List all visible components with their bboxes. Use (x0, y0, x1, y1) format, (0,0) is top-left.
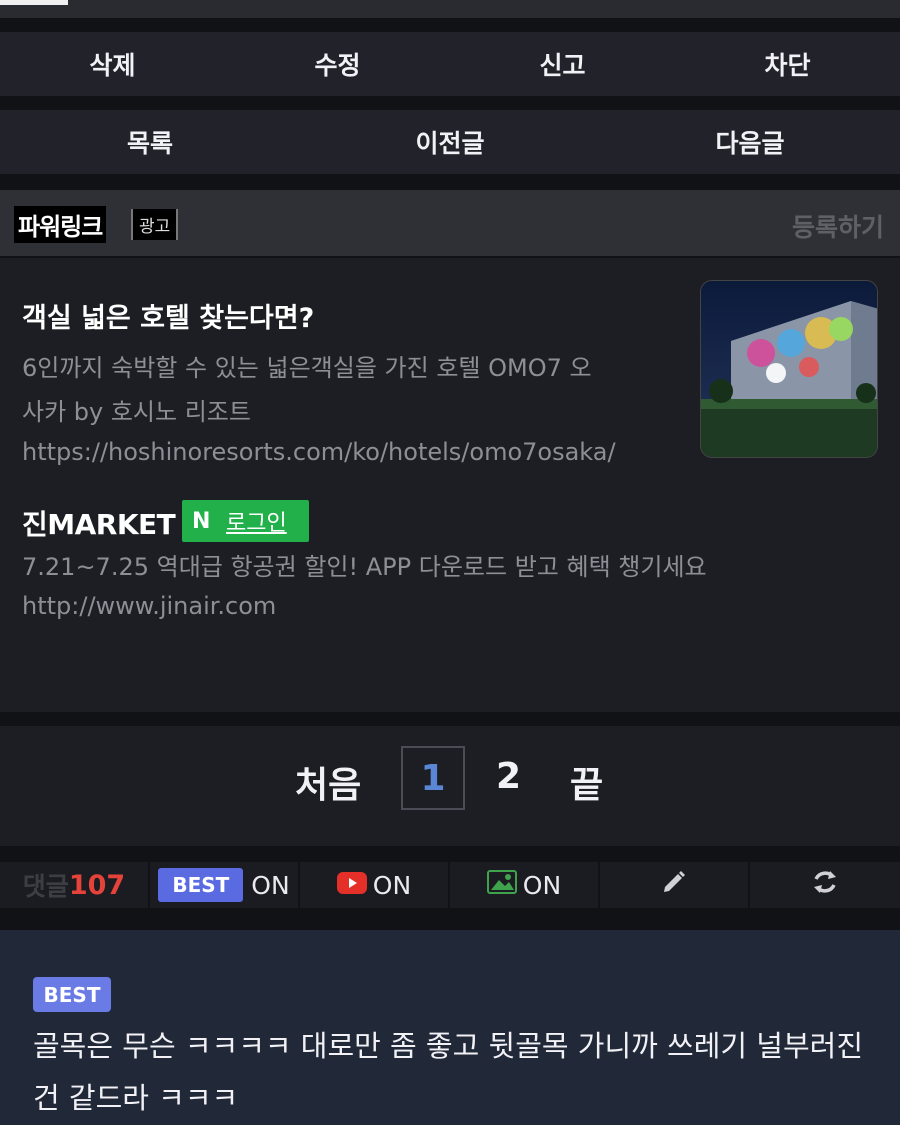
refresh-button[interactable] (750, 862, 900, 908)
naver-icon: N (192, 508, 211, 534)
list-button[interactable]: 목록 (0, 124, 300, 160)
post-actions-row: 삭제 수정 신고 차단 (0, 32, 900, 96)
ad-1-desc-line-1: 6인까지 숙박할 수 있는 넓은객실을 가진 호텔 OMO7 오 (22, 354, 592, 382)
pencil-icon (661, 869, 687, 901)
youtube-state: ON (372, 870, 412, 900)
ad-1-description: 6인까지 숙박할 수 있는 넓은객실을 가진 호텔 OMO7 오 사카 by 호… (22, 346, 672, 434)
ad-1-title[interactable]: 객실 넓은 호텔 찾는다면? (22, 296, 314, 335)
prev-post-button[interactable]: 이전글 (300, 124, 600, 160)
current-page[interactable]: 1 (401, 746, 465, 810)
image-icon (486, 870, 517, 900)
top-strip (0, 0, 900, 18)
ad-2-title[interactable]: 진MARKET (22, 503, 176, 543)
ad-badge: 광고 (131, 209, 179, 240)
comment-toolbar: 댓글 107 BEST ON ON ON (0, 862, 900, 908)
post-navigation-row: 목록 이전글 다음글 (0, 110, 900, 174)
comments-count[interactable]: 댓글 107 (0, 862, 150, 908)
youtube-toggle[interactable]: ON (300, 862, 450, 908)
best-comment-text: 골목은 무슨 ㅋㅋㅋㅋ 대로만 좀 좋고 뒷골목 가니까 쓰레기 널부러진건 같… (33, 1029, 864, 1115)
image-state: ON (522, 870, 562, 900)
write-comment-button[interactable] (600, 862, 750, 908)
ad-2-url[interactable]: http://www.jinair.com (22, 592, 276, 620)
register-ad-link[interactable]: 등록하기 (792, 208, 884, 244)
active-tab-indicator (0, 0, 68, 5)
edit-button[interactable]: 수정 (225, 46, 450, 82)
page-2-link[interactable]: 2 (496, 756, 521, 797)
refresh-icon (811, 868, 839, 902)
image-toggle[interactable]: ON (450, 862, 600, 908)
ad-2-description: 7.21~7.25 역대급 항공권 할인! APP 다운로드 받고 혜택 챙기세… (22, 553, 707, 581)
ad-1-desc-line-2: 사카 by 호시노 리조트 (22, 398, 251, 426)
last-page-link[interactable]: 끝 (570, 756, 603, 808)
comments-label: 댓글 (22, 872, 69, 901)
hotel-thumbnail-image[interactable] (700, 280, 878, 458)
best-filter-badge: BEST (158, 868, 244, 902)
naver-login-label: 로그인 (226, 511, 287, 536)
best-comment-badge: BEST (33, 977, 111, 1012)
delete-button[interactable]: 삭제 (0, 46, 225, 82)
comments-number: 107 (68, 869, 126, 901)
first-page-link[interactable]: 처음 (295, 756, 361, 808)
naver-login-button[interactable]: N 로그인 (182, 500, 309, 542)
report-button[interactable]: 신고 (450, 46, 675, 82)
powerlink-header: 파워링크 광고 (0, 190, 900, 256)
next-post-button[interactable]: 다음글 (600, 124, 900, 160)
block-button[interactable]: 차단 (675, 46, 900, 82)
ad-1-url[interactable]: https://hoshinoresorts.com/ko/hotels/omo… (22, 438, 616, 466)
powerlink-title: 파워링크 (14, 206, 107, 243)
best-filter-state: ON (251, 870, 290, 900)
youtube-icon (336, 871, 367, 900)
best-filter-toggle[interactable]: BEST ON (150, 862, 300, 908)
